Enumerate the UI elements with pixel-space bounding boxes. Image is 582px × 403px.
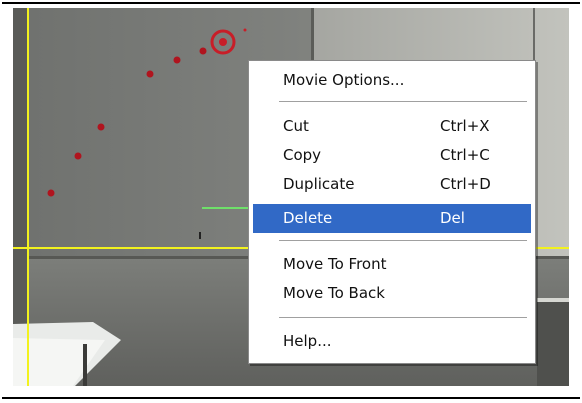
menu-item-shortcut: Ctrl+C	[440, 146, 490, 164]
menu-item-label: Cut	[283, 117, 309, 135]
menu-item-shortcut: Del	[440, 209, 465, 227]
menu-item-shortcut: Ctrl+D	[440, 175, 491, 193]
menu-item-copy[interactable]: Copy Ctrl+C	[253, 143, 531, 169]
menu-item-duplicate[interactable]: Duplicate Ctrl+D	[253, 172, 531, 198]
menu-item-shortcut: Ctrl+X	[440, 117, 490, 135]
menu-separator	[279, 101, 527, 102]
menu-item-label: Movie Options...	[283, 71, 405, 89]
y-axis-line	[27, 8, 29, 386]
menu-item-label: Move To Front	[283, 255, 387, 273]
right-table	[537, 298, 569, 386]
frame-top-border	[2, 2, 580, 4]
frame-bottom-border	[2, 397, 580, 399]
track-point[interactable]	[47, 189, 55, 197]
track-point[interactable]	[74, 152, 82, 160]
menu-item-movie-options[interactable]: Movie Options...	[253, 68, 531, 94]
menu-item-label: Move To Back	[283, 284, 385, 302]
track-point[interactable]	[173, 56, 181, 64]
tick-mark	[199, 232, 201, 239]
track-point[interactable]	[146, 70, 154, 78]
menu-item-label: Delete	[283, 209, 333, 227]
menu-item-cut[interactable]: Cut Ctrl+X	[253, 114, 531, 140]
menu-separator	[279, 240, 527, 241]
menu-item-move-to-front[interactable]: Move To Front	[253, 252, 531, 278]
menu-item-label: Duplicate	[283, 175, 355, 193]
table-leg	[83, 344, 87, 386]
menu-separator	[279, 317, 527, 318]
track-point[interactable]	[199, 47, 207, 55]
menu-item-help[interactable]: Help...	[253, 329, 531, 355]
menu-item-label: Copy	[283, 146, 322, 164]
right-table-edge	[537, 298, 569, 302]
menu-item-delete[interactable]: Delete Del	[253, 204, 531, 233]
menu-item-label: Help...	[283, 332, 332, 350]
menu-item-move-to-back[interactable]: Move To Back	[253, 281, 531, 307]
track-point[interactable]	[97, 123, 105, 131]
context-menu: Movie Options... Cut Ctrl+X Copy Ctrl+C …	[248, 60, 536, 364]
velocity-vector	[202, 207, 252, 209]
